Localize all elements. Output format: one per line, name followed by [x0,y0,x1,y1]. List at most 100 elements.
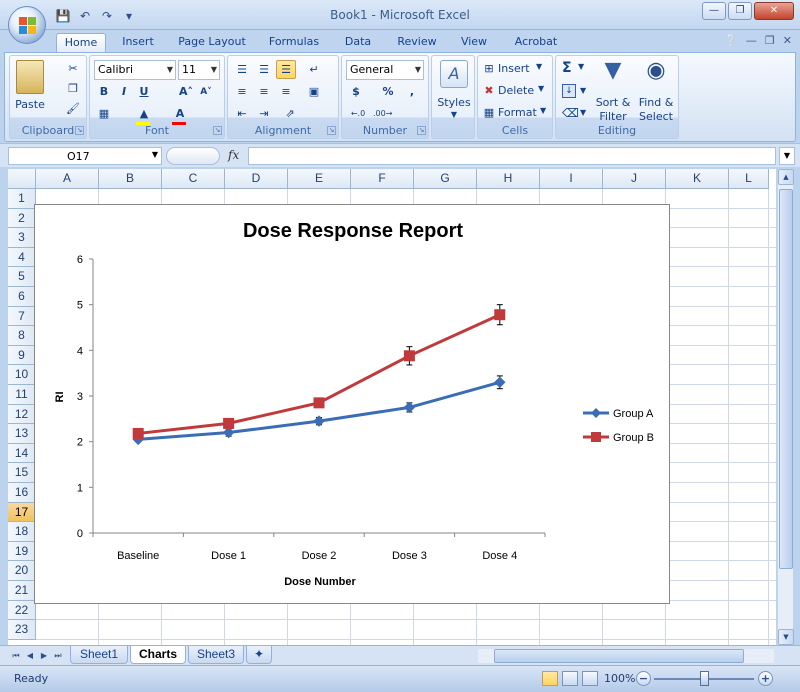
tab-view[interactable]: View [454,33,494,53]
formula-input[interactable] [248,147,776,165]
office-button[interactable] [8,6,46,44]
column-header-f[interactable]: F [351,169,414,189]
font-color-icon[interactable]: A [170,104,190,123]
sort-filter-label-2[interactable]: Filter [592,110,634,123]
find-select-label-2[interactable]: Select [634,110,678,123]
zoom-out-icon[interactable]: − [636,671,651,686]
merge-center-icon[interactable]: ▣ [304,82,324,101]
row-header-10[interactable]: 10 [8,365,36,385]
next-sheet-icon[interactable]: ▶ [38,649,50,662]
find-select-label-1[interactable]: Find & [634,96,678,109]
row-header-4[interactable]: 4 [8,247,36,268]
middle-align-icon[interactable]: ☰ [254,60,274,79]
shrink-font-icon[interactable]: A˅ [196,82,216,101]
align-center-icon[interactable]: ≡ [254,82,274,101]
last-sheet-icon[interactable]: ⏭ [52,649,64,662]
vertical-scroll-thumb[interactable] [779,189,793,569]
borders-icon[interactable]: ▦ [94,104,114,123]
autosum-dropdown-icon[interactable]: ▼ [578,62,584,71]
tab-home[interactable]: Home [56,33,106,53]
column-header-e[interactable]: E [288,169,351,189]
clear-dropdown-icon[interactable]: ▼ [580,108,586,117]
underline-button[interactable]: U [134,82,154,101]
paste-icon[interactable] [16,60,44,94]
find-select-icon[interactable]: ◉ [638,58,674,84]
row-header-1[interactable]: 1 [8,189,36,209]
italic-button[interactable]: I [114,82,134,101]
number-launcher-icon[interactable]: ↘ [417,126,426,135]
insert-dropdown-icon[interactable]: ▼ [536,62,542,71]
horizontal-scrollbar[interactable] [478,649,774,663]
column-header-h[interactable]: H [477,169,540,189]
zoom-slider-thumb[interactable] [700,671,709,686]
tab-page-layout[interactable]: Page Layout [174,33,250,53]
fill-dropdown-icon[interactable]: ▼ [580,86,586,95]
row-header-16[interactable]: 16 [8,483,36,503]
tab-review[interactable]: Review [390,33,444,53]
styles-dropdown-icon[interactable]: ▼ [432,110,476,119]
tab-insert[interactable]: Insert [116,33,160,53]
row-header-22[interactable]: 22 [8,600,36,621]
row-header-3[interactable]: 3 [8,228,36,248]
currency-button[interactable]: $ [346,82,366,101]
delete-cells-button[interactable]: Delete [498,84,534,97]
orientation-icon[interactable]: ⇗ [280,104,300,123]
column-header-d[interactable]: D [225,169,288,189]
clipboard-launcher-icon[interactable]: ↘ [75,126,84,135]
ribbon-minimize-icon[interactable]: — [746,34,757,47]
row-header-17[interactable]: 17 [8,502,36,523]
top-align-icon[interactable]: ☰ [232,60,252,79]
scroll-down-icon[interactable]: ▼ [778,629,794,645]
autosum-icon[interactable]: Σ [562,60,572,76]
cut-icon[interactable]: ✂ [66,62,80,75]
row-header-18[interactable]: 18 [8,522,36,542]
ribbon-restore-icon[interactable]: ❐ [765,34,775,47]
percent-button[interactable]: % [378,82,398,101]
normal-view-icon[interactable] [542,671,558,686]
column-header-b[interactable]: B [99,169,162,189]
styles-icon[interactable]: A [440,60,468,88]
maximize-button[interactable]: ❐ [728,2,752,20]
select-all-corner[interactable] [8,169,36,189]
column-header-k[interactable]: K [666,169,729,189]
bold-button[interactable]: B [94,82,114,101]
column-header-i[interactable]: I [540,169,603,189]
font-size-select[interactable]: 11 ▼ [178,60,220,80]
format-painter-icon[interactable]: 🖌 [66,102,80,115]
sheet-tab-charts[interactable]: Charts [130,646,186,664]
alignment-launcher-icon[interactable]: ↘ [327,126,336,135]
bottom-align-icon[interactable]: ☰ [276,60,296,79]
wrap-text-icon[interactable]: ↵ [304,60,324,79]
font-name-select[interactable]: Calibri ▼ [94,60,176,80]
column-header-g[interactable]: G [414,169,477,189]
column-header-a[interactable]: A [36,169,99,189]
copy-icon[interactable]: ❐ [66,82,80,95]
page-layout-view-icon[interactable] [562,671,578,686]
align-right-icon[interactable]: ≡ [276,82,296,101]
name-box[interactable]: O17 ▼ [8,147,162,165]
sheet-tab-sheet1[interactable]: Sheet1 [70,646,128,664]
delete-cells-icon[interactable]: ✖ [482,84,496,97]
number-format-select[interactable]: General ▼ [346,60,424,80]
row-header-5[interactable]: 5 [8,267,36,287]
row-header-8[interactable]: 8 [8,326,36,346]
close-button[interactable]: ✕ [754,2,794,20]
tab-formulas[interactable]: Formulas [262,33,326,53]
format-dropdown-icon[interactable]: ▼ [540,106,546,115]
vertical-scrollbar[interactable]: ▲ ▼ [777,169,794,645]
chart[interactable]: Dose Response Report RI Dose Number 0 1 2 3… [34,204,670,604]
scroll-up-icon[interactable]: ▲ [778,169,794,185]
name-box-dropdown-icon[interactable]: ▼ [152,150,158,159]
row-header-23[interactable]: 23 [8,620,36,640]
format-cells-button[interactable]: Format [498,106,537,119]
row-header-2[interactable]: 2 [8,208,36,229]
insert-cells-button[interactable]: Insert [498,62,530,75]
row-header-7[interactable]: 7 [8,306,36,327]
tab-data[interactable]: Data [338,33,378,53]
increase-decimal-icon[interactable]: ←.0 [348,104,368,123]
row-header-21[interactable]: 21 [8,581,36,601]
prev-sheet-icon[interactable]: ◀ [24,649,36,662]
expand-formula-bar-icon[interactable]: ▼ [779,147,795,165]
row-header-6[interactable]: 6 [8,287,36,307]
delete-dropdown-icon[interactable]: ▼ [538,84,544,93]
